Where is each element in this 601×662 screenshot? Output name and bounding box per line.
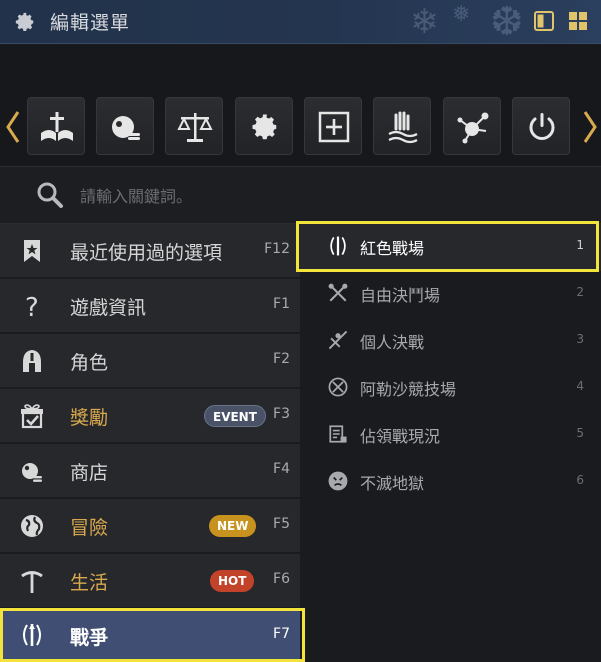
menu-item-character[interactable]: 角色 F2 <box>0 334 300 388</box>
power-icon <box>529 113 555 140</box>
submenu-item-number: 1 <box>576 238 584 252</box>
war-emblem-icon <box>23 624 41 646</box>
toolbar-guild-button[interactable] <box>373 97 431 155</box>
book-sword-icon <box>41 112 73 141</box>
menu-item-shortcut: F7 <box>273 626 290 642</box>
menu-item-shortcut: F6 <box>273 571 290 587</box>
toolbar-scale-button[interactable] <box>165 97 223 155</box>
submenu-item-label: 佔領戰現況 <box>360 427 441 446</box>
submenu-item-label: 不滅地獄 <box>360 474 425 493</box>
snowflake-decoration: ❆ <box>490 0 524 45</box>
menu-item-rewards[interactable]: 獎勵 EVENT F3 <box>0 389 300 443</box>
menu-item-shortcut: F12 <box>264 241 290 257</box>
menu-item-shop[interactable]: 商店 F4 <box>0 444 300 498</box>
hand-waves-icon <box>388 111 418 144</box>
menu-item-war[interactable]: 戰爭 F7 <box>0 609 300 662</box>
menu-item-label: 最近使用過的選項 <box>70 242 223 264</box>
document-flag-icon <box>329 425 347 443</box>
war-emblem-icon <box>330 236 346 256</box>
menu-item-label: 遊戲資訊 <box>70 297 147 319</box>
pouch-coins-icon <box>112 116 140 140</box>
submenu-item-number: 3 <box>576 332 584 346</box>
menu-item-label: 生活 <box>70 572 109 594</box>
menu-item-shortcut: F3 <box>273 406 290 422</box>
hot-badge: HOT <box>210 570 255 592</box>
menu-item-shortcut: F5 <box>273 516 290 532</box>
pouch-coins-icon <box>22 463 42 482</box>
menu-item-recent[interactable]: 最近使用過的選項 F12 <box>0 224 300 278</box>
submenu-item-red-battlefield[interactable]: 紅色戰場 1 <box>300 224 601 271</box>
scroll-right-arrow[interactable] <box>582 110 598 144</box>
settings-icon <box>252 114 277 140</box>
menu-item-label: 戰爭 <box>70 627 109 649</box>
search-input[interactable] <box>80 181 560 211</box>
bookmark-star-icon <box>24 240 40 262</box>
layout-grid-icon[interactable] <box>567 10 589 32</box>
add-square-icon <box>318 111 350 143</box>
demon-crest-icon <box>328 471 348 491</box>
arena-crest-icon <box>328 377 348 397</box>
menu-item-life[interactable]: 生活 HOT F6 <box>0 554 300 608</box>
network-nodes-icon <box>457 112 489 144</box>
layout-single-icon[interactable] <box>533 10 555 32</box>
submenu-item-arsha-arena[interactable]: 阿勒沙競技場 4 <box>300 365 601 412</box>
menu-item-shortcut: F2 <box>273 351 290 367</box>
main-menu: 最近使用過的選項 F12 ? 遊戲資訊 F1 角色 F2 獎勵 EVENT F3… <box>0 224 300 662</box>
question-mark-icon: ? <box>25 293 39 320</box>
pickaxe-icon <box>21 571 43 593</box>
duel-swords-icon <box>328 330 348 350</box>
submenu-item-label: 自由決鬥場 <box>360 286 441 305</box>
scale-icon <box>177 113 213 142</box>
snowflake-decoration: ❅ <box>452 2 471 27</box>
menu-item-label: 商店 <box>70 462 109 484</box>
submenu-item-number: 6 <box>576 473 584 487</box>
gear-icon <box>15 12 34 31</box>
snowflake-decoration: ❄ <box>410 2 439 42</box>
submenu-item-personal-duel[interactable]: 個人決戰 3 <box>300 318 601 365</box>
crossed-axes-icon <box>328 283 348 302</box>
new-badge: NEW <box>209 515 257 537</box>
menu-item-shortcut: F4 <box>273 461 290 477</box>
window-title: 編輯選單 <box>50 12 131 34</box>
submenu-item-occupation-status[interactable]: 佔領戰現況 5 <box>300 412 601 459</box>
toolbar-network-button[interactable] <box>443 97 501 155</box>
toolbar-knowledge-button[interactable] <box>27 97 85 155</box>
toolbar-add-button[interactable] <box>304 97 362 155</box>
helmet-icon <box>23 350 41 372</box>
svg-text:?: ? <box>25 293 39 320</box>
submenu-item-number: 5 <box>576 426 584 440</box>
menu-item-label: 獎勵 <box>70 407 109 429</box>
menu-item-label: 冒險 <box>70 517 109 539</box>
submenu-item-number: 2 <box>576 285 584 299</box>
quick-toolbar <box>0 45 601 165</box>
submenu-item-label: 阿勒沙競技場 <box>360 380 457 399</box>
submenu-item-label: 個人決戰 <box>360 333 425 352</box>
submenu-item-label: 紅色戰場 <box>360 239 425 258</box>
event-badge: EVENT <box>204 405 266 427</box>
submenu-item-number: 4 <box>576 379 584 393</box>
search-icon <box>37 182 63 208</box>
globe-icon <box>21 515 43 537</box>
menu-item-label: 角色 <box>70 352 109 374</box>
submenu-item-inferno[interactable]: 不滅地獄 6 <box>300 459 601 506</box>
war-submenu: 紅色戰場 1 自由決鬥場 2 個人決戰 3 阿勒沙競技場 4 佔領戰現況 5 不… <box>300 224 601 662</box>
menu-item-game-info[interactable]: ? 遊戲資訊 F1 <box>0 279 300 333</box>
title-bar: 編輯選單 ❄ ❅ ❆ <box>0 0 601 44</box>
search-bar <box>0 166 601 224</box>
toolbar-shop-button[interactable] <box>96 97 154 155</box>
menu-item-adventure[interactable]: 冒險 NEW F5 <box>0 499 300 553</box>
toolbar-power-button[interactable] <box>512 97 570 155</box>
gift-icon <box>21 404 43 429</box>
submenu-item-free-duel[interactable]: 自由決鬥場 2 <box>300 271 601 318</box>
toolbar-settings-button[interactable] <box>235 97 293 155</box>
scroll-left-arrow[interactable] <box>5 110 21 144</box>
menu-item-shortcut: F1 <box>273 296 290 312</box>
